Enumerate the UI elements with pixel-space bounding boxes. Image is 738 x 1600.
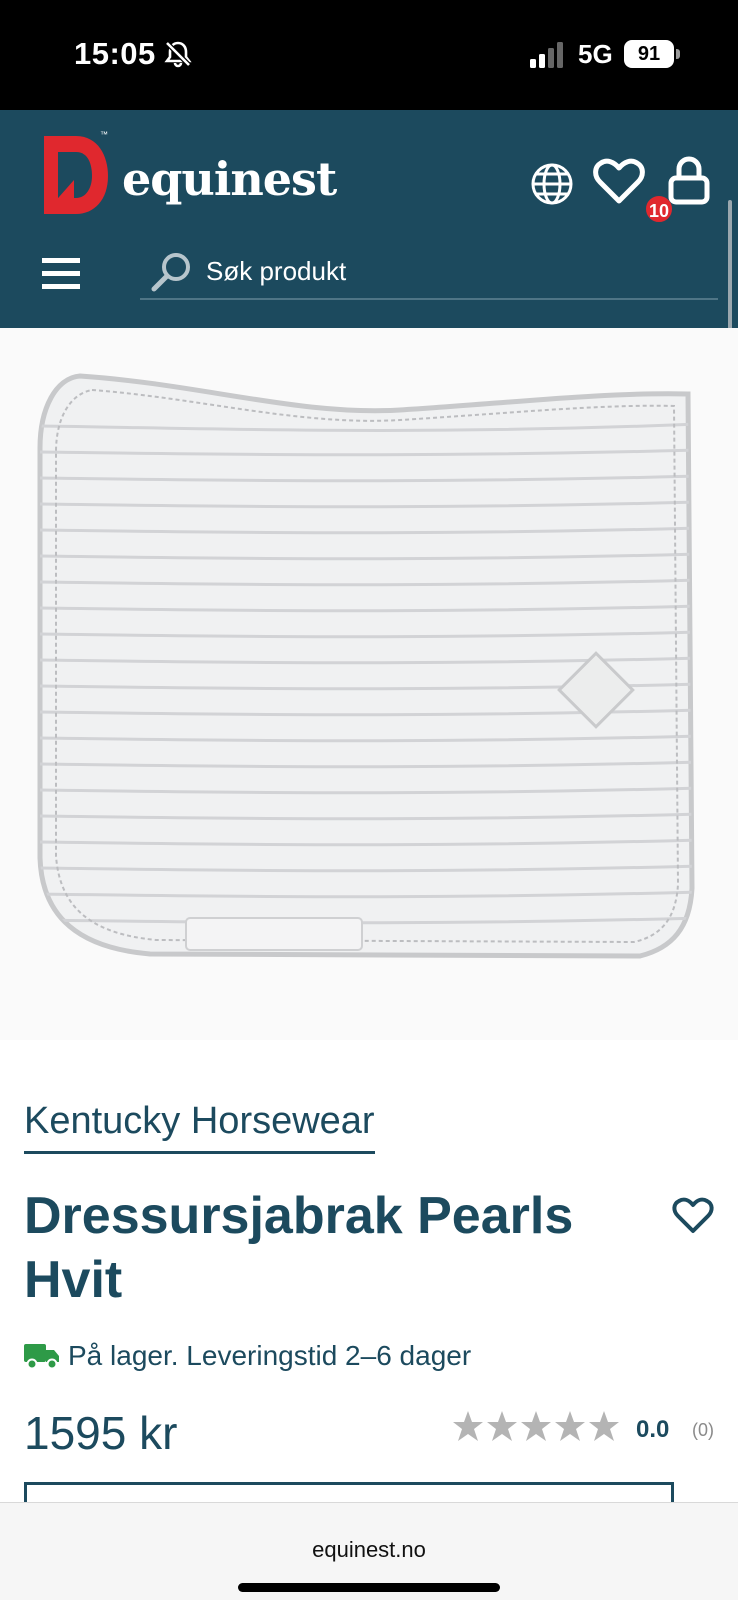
product-price: 1595 kr [24,1407,178,1459]
trademark-symbol: ™ [100,130,108,139]
brand-link[interactable]: Kentucky Horsewear [24,1100,375,1154]
battery-icon: 91 [624,40,674,68]
url-text[interactable]: equinest.no [0,1537,738,1563]
browser-address-bar[interactable]: equinest.no [0,1502,738,1600]
product-image[interactable] [0,328,738,1040]
signal-icon [530,42,563,68]
battery-level: 91 [637,43,661,65]
star-icon [487,1411,517,1441]
saddle-pad-image [37,373,695,959]
home-indicator[interactable] [238,1583,500,1592]
search-icon [151,253,190,292]
search-placeholder: Søk produkt [206,256,347,286]
rating-count: (0) [692,1420,714,1440]
rating-stars[interactable] [452,1410,620,1450]
star-icon [453,1411,483,1441]
stock-text: På lager. Leveringstid 2–6 dager [68,1340,472,1371]
menu-icon[interactable] [42,256,82,292]
heart-icon[interactable] [592,158,646,206]
battery-nub [676,49,680,59]
globe-icon[interactable] [530,162,574,206]
bell-slash-icon [164,41,192,68]
add-to-wishlist-heart-icon[interactable] [672,1196,714,1236]
truck-icon [24,1344,59,1370]
star-icon [521,1411,551,1441]
status-time: 15:05 [74,36,156,71]
star-icon [555,1411,585,1441]
lock-icon[interactable] [668,156,710,206]
equinest-logo-icon[interactable] [38,130,112,220]
rating-value: 0.0 [636,1416,670,1443]
network-label: 5G [578,39,613,69]
site-header: ™ equinest 10 Søk produkt [0,110,738,328]
star-icon [589,1411,619,1441]
search-input[interactable]: Søk produkt [140,246,718,300]
logo-text[interactable]: equinest [122,152,337,206]
status-bar: 15:05 5G 91 [0,0,738,110]
product-title: Dressursjabrak Pearls Hvit [24,1187,574,1309]
